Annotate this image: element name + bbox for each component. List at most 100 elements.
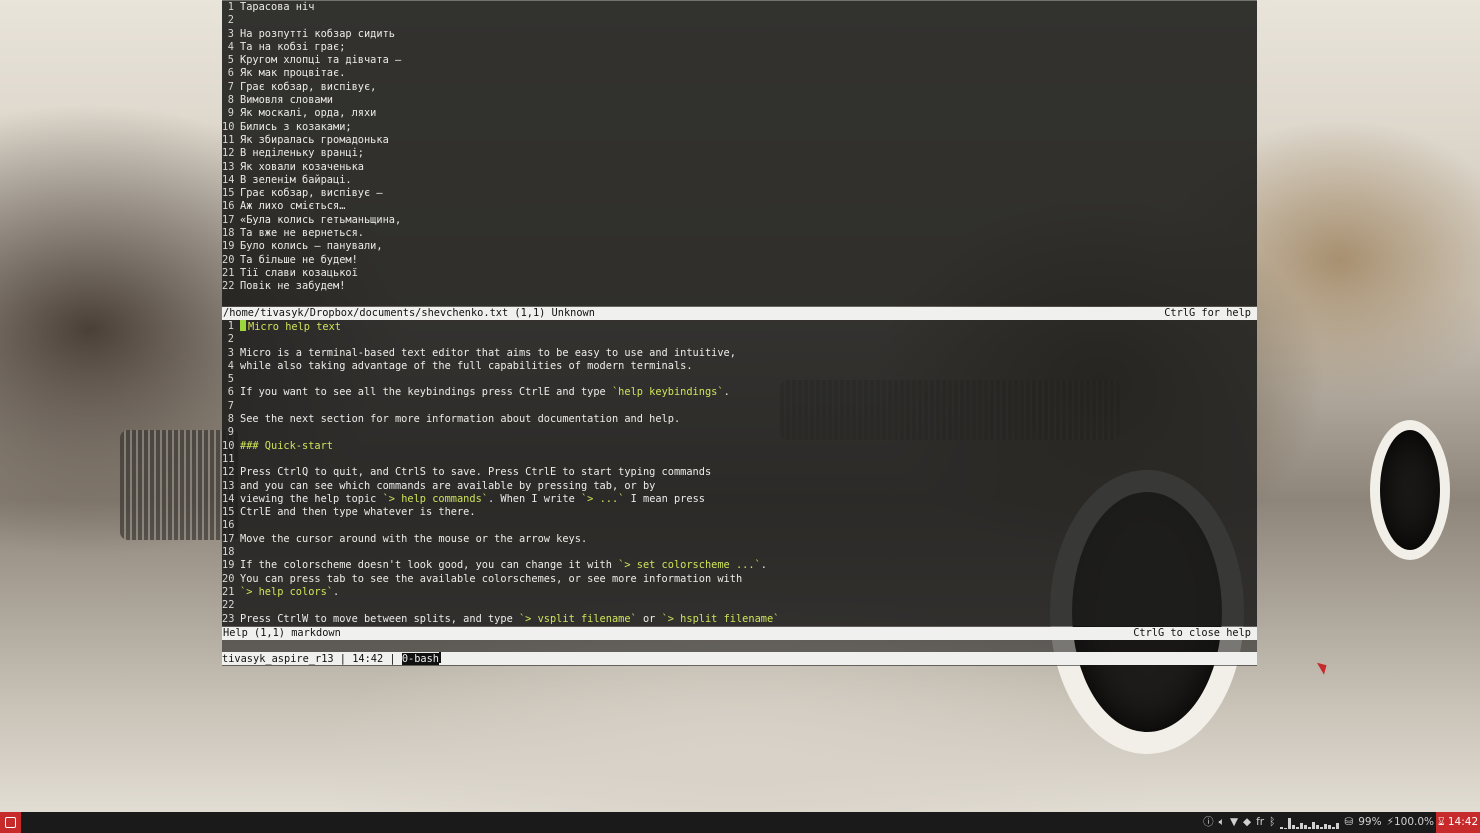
- statusbar-help-info: Help (1,1) markdown: [223, 627, 341, 639]
- taskbar-clock[interactable]: ⌛︎ 14:42: [1436, 812, 1480, 833]
- line-number: 3: [227, 346, 234, 359]
- editor-line: 8 See the next section for more informati…: [222, 413, 1257, 426]
- line-text: while also taking advantage of the full …: [240, 360, 1257, 373]
- editor-line: 8 Вимовля словами: [222, 94, 1257, 107]
- line-number: 21: [222, 266, 235, 279]
- cpu-bar: [1312, 821, 1316, 829]
- editor-line: 10 Бились з козаками;: [222, 121, 1257, 134]
- volume-icon[interactable]: 🔈︎: [1219, 812, 1225, 833]
- editor-line: 1 Micro help text: [222, 320, 1257, 333]
- line-number: 20: [222, 253, 235, 266]
- line-number: 7: [227, 80, 234, 93]
- tmux-window-tab[interactable]: 0-bash: [401, 653, 440, 665]
- text-span: Move the cursor around with the mouse or…: [240, 532, 588, 545]
- editor-line: 13 and you can see which commands are ava…: [222, 480, 1257, 493]
- tmux-statusbar: tivasyk_aspire_r13 | 14:42 | 0-bash: [222, 652, 1257, 665]
- bluetooth-icon[interactable]: ᛒ: [1269, 812, 1275, 833]
- line-number: 3: [227, 27, 234, 40]
- line-text: See the next section for more informatio…: [240, 413, 1257, 426]
- text-span: If you want to see all the keybindings p…: [240, 386, 612, 399]
- line-text: Micro is a terminal-based text editor th…: [240, 347, 1257, 360]
- editor-pane-help[interactable]: 1 Micro help text 2 3 Micro is a terminal-…: [222, 320, 1257, 626]
- line-number: 18: [222, 546, 235, 559]
- mouse-pointer-icon: [1316, 659, 1331, 675]
- line-number: 12: [222, 466, 235, 479]
- battery-level: 99%: [1358, 816, 1382, 828]
- line-text: «Була колись гетьманьщина,: [240, 213, 402, 226]
- text-span: Press CtrlW to move between splits, and …: [240, 612, 519, 625]
- line-text: Як москалі, орда, ляхи: [240, 107, 377, 120]
- line-number: 10: [222, 439, 235, 452]
- tmux-cursor: [439, 652, 442, 663]
- line-number: 19: [222, 240, 235, 253]
- power-icon: ⚡: [1386, 816, 1394, 828]
- text-cursor: [240, 320, 246, 331]
- markdown-code-span: `> set colorscheme ...`: [618, 559, 761, 572]
- line-number: 7: [227, 399, 234, 412]
- text-span: viewing the help topic: [240, 492, 383, 505]
- cpu-bar: [1336, 822, 1340, 829]
- line-number: 9: [227, 107, 234, 120]
- editor-line: 10 ### Quick-start: [222, 440, 1257, 453]
- cpu-bar: [1280, 826, 1284, 829]
- editor-line: 3 Micro is a terminal-based text editor t…: [222, 347, 1257, 360]
- editor-line: 22: [222, 599, 1257, 612]
- line-number: 1: [227, 1, 234, 13]
- line-text: ### Quick-start: [240, 440, 1257, 453]
- terminal-window[interactable]: 1 Тарасова ніч 2 3 На розпутті кобзар сидить…: [222, 0, 1257, 666]
- editor-pane-top[interactable]: 1 Тарасова ніч 2 3 На розпутті кобзар сидить…: [222, 1, 1257, 306]
- line-text: Грає кобзар, виспівує,: [240, 80, 377, 93]
- cpu-bar: [1308, 826, 1312, 829]
- line-text: [240, 14, 1257, 27]
- line-text: [240, 546, 1257, 559]
- editor-line: 6 Як мак процвітає.: [222, 67, 1257, 80]
- line-number: 18: [222, 227, 235, 240]
- statusbar-close-hint: CtrlG to close help: [1133, 627, 1251, 639]
- markdown-code-span: `> help colors`: [240, 585, 333, 598]
- statusbar-help-hint: CtrlG for help: [1164, 307, 1251, 319]
- line-number: 20: [222, 572, 235, 585]
- line-number: 10: [222, 120, 235, 133]
- line-text: Та більше не будем!: [240, 253, 358, 266]
- line-text: Та вже не вернеться.: [240, 227, 364, 240]
- text-span: You can press tab to see the available c…: [240, 572, 743, 585]
- cpu-bar: [1320, 826, 1324, 829]
- line-number: 17: [222, 532, 235, 545]
- text-span: while also taking advantage of the full …: [240, 359, 693, 372]
- cpu-bar: [1332, 826, 1336, 829]
- hourglass-icon: ⌛︎: [1437, 816, 1445, 828]
- cpu-bar: [1328, 824, 1332, 829]
- markdown-code-span: `> hsplit filename`: [661, 612, 780, 625]
- editor-line: 21 Тії слави козацької: [222, 267, 1257, 280]
- line-text: and you can see which commands are avail…: [240, 480, 1257, 493]
- editor-line: 4 Та на кобзі грає;: [222, 41, 1257, 54]
- editor-line: 7 Грає кобзар, виспівує,: [222, 81, 1257, 94]
- line-text: Було колись — панували,: [240, 240, 383, 253]
- line-text: `> help colors`.: [240, 586, 1257, 599]
- editor-line: 2: [222, 333, 1257, 346]
- editor-line: 18 Та вже не вернеться.: [222, 227, 1257, 240]
- line-number: 9: [227, 426, 234, 439]
- line-text: If you want to see all the keybindings p…: [240, 386, 1257, 399]
- line-text: Як збиралась громадонька: [240, 133, 389, 146]
- line-number: 6: [227, 67, 234, 80]
- text-span: . When I write: [487, 492, 581, 505]
- line-number: 11: [222, 133, 235, 146]
- editor-line: 9: [222, 426, 1257, 439]
- editor-line: 21 `> help colors`.: [222, 586, 1257, 599]
- keyboard-layout[interactable]: fr: [1256, 812, 1264, 833]
- text-span: .: [723, 386, 730, 399]
- text-span: or: [636, 612, 662, 625]
- help-icon[interactable]: ⓘ: [1203, 812, 1214, 833]
- line-number: 22: [222, 599, 235, 612]
- line-number: 13: [222, 479, 235, 492]
- dropbox-icon[interactable]: ◆: [1243, 812, 1251, 833]
- wifi-icon[interactable]: ▼: [1230, 812, 1238, 833]
- line-number: 4: [227, 40, 234, 53]
- editor-line: 17 «Була колись гетьманьщина,: [222, 214, 1257, 227]
- line-text: Та на кобзі грає;: [240, 40, 346, 53]
- line-text: Кругом хлопці та дівчата —: [240, 54, 402, 67]
- line-number: 4: [227, 359, 234, 372]
- line-number: 13: [222, 160, 235, 173]
- app-menu-button[interactable]: [0, 812, 21, 833]
